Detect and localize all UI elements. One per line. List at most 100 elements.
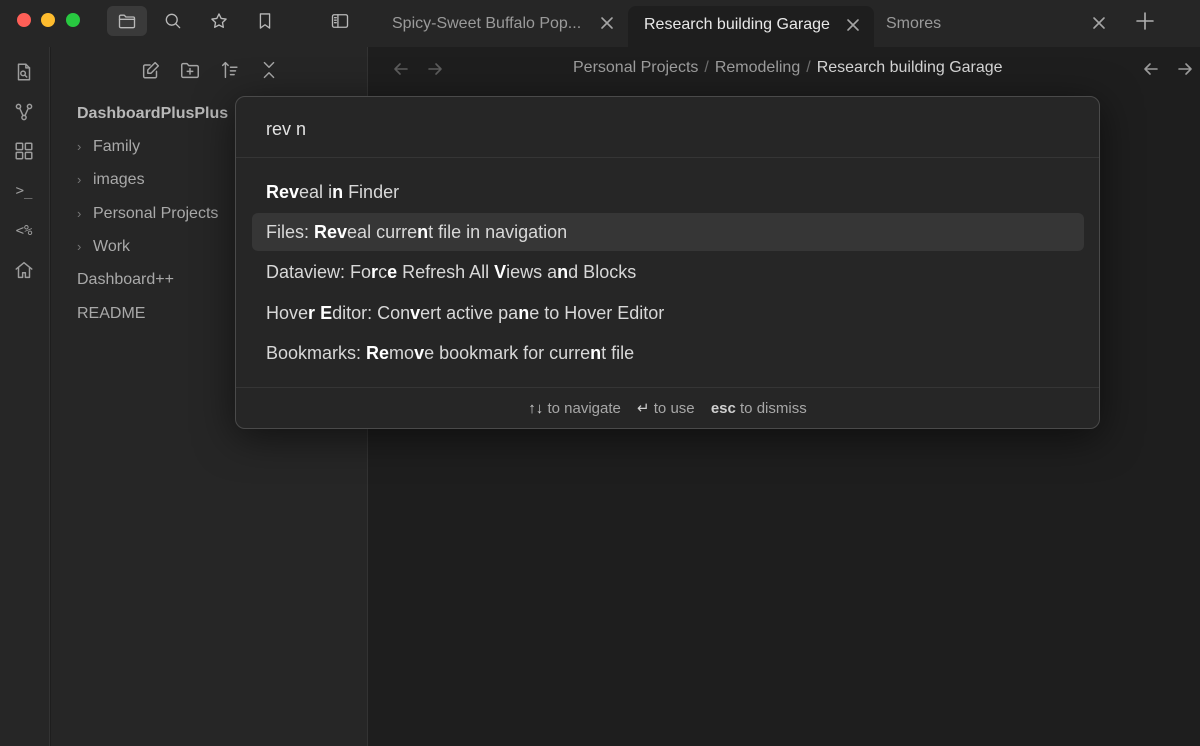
vault-root[interactable]: DashboardPlusPlus: [77, 105, 228, 123]
match-highlight: n: [557, 261, 569, 282]
suggestion-text: Finder: [343, 181, 400, 202]
close-window-button[interactable]: [17, 13, 31, 27]
chevron-right-icon: ›: [77, 206, 82, 221]
new-folder-icon[interactable]: [179, 59, 203, 83]
match-highlight: v: [414, 342, 425, 363]
close-tab-icon[interactable]: [844, 16, 862, 34]
match-highlight: e: [387, 261, 398, 282]
plus-icon[interactable]: [1134, 10, 1156, 32]
command-suggestion[interactable]: Bookmarks: Re mo v e bookmark for curre n t f…: [252, 334, 1084, 372]
minimize-window-button[interactable]: [41, 13, 55, 27]
folder-item-personal-projects[interactable]: › Personal Projects: [77, 205, 218, 223]
match-highlight: Rev: [266, 181, 300, 202]
file-item-readme[interactable]: README: [77, 305, 145, 323]
title-bar: Spicy-Sweet Buffalo Pop... Research buil…: [0, 0, 1200, 47]
suggestion-text: t file: [601, 342, 635, 363]
breadcrumb-separator: /: [704, 59, 709, 76]
match-highlight: r: [371, 261, 379, 282]
command-palette-input[interactable]: [266, 115, 1066, 143]
folder-label: Family: [93, 138, 141, 155]
folder-icon[interactable]: [107, 6, 147, 36]
maximize-window-button[interactable]: [66, 13, 80, 27]
back-arrow-icon[interactable]: [391, 59, 413, 81]
history-forward-icon[interactable]: [1175, 59, 1197, 81]
terminal-icon[interactable]: >_: [12, 179, 36, 203]
folder-label: Work: [93, 238, 131, 255]
suggestion-text: mo: [389, 342, 415, 363]
suggestion-text: e to Hover Editor: [529, 302, 665, 323]
suggestion-text: eal curre: [347, 221, 418, 242]
breadcrumb-separator: /: [806, 59, 811, 76]
palette-footer: ↑↓ to navigate ↵ to use esc to dismiss: [236, 399, 1099, 417]
suggestion-text: Files:: [266, 221, 315, 242]
suggestion-text: t file in navigation: [428, 221, 568, 242]
tab-smores[interactable]: Smores: [870, 6, 1120, 42]
breadcrumb: Personal Projects / Remodeling / Research bu…: [573, 59, 1003, 77]
tab-label: Research building Garage: [644, 15, 830, 33]
match-highlight: n: [417, 221, 429, 242]
folder-item-family[interactable]: › Family: [77, 138, 140, 156]
folder-label: images: [93, 171, 145, 188]
enter-key: ↵: [637, 400, 650, 417]
match-highlight: n: [518, 302, 530, 323]
suggestion-text: iews a: [506, 261, 558, 282]
left-ribbon: >_ <%: [0, 47, 50, 746]
use-label: to use: [653, 400, 695, 417]
star-icon[interactable]: [199, 6, 239, 36]
suggestion-text: ert active pa: [420, 302, 519, 323]
chevron-right-icon: ›: [77, 239, 82, 254]
file-item-dashboard[interactable]: Dashboard++: [77, 271, 174, 289]
divider: [236, 387, 1099, 388]
suggestion-text: ditor: Con: [332, 302, 411, 323]
suggestion-text: Hove: [266, 302, 309, 323]
command-suggestion[interactable]: Hove r Editor: Con v ert active pa n e to Hov…: [252, 294, 1084, 332]
navigate-key: ↑↓: [528, 400, 544, 417]
history-back-icon[interactable]: [1141, 59, 1163, 81]
home-icon[interactable]: [12, 258, 36, 282]
suggestion-text: Refresh All: [397, 261, 495, 282]
folder-item-images[interactable]: › images: [77, 171, 145, 189]
sort-icon[interactable]: [219, 59, 243, 83]
suggestion-text: Dataview: Fo: [266, 261, 372, 282]
file-icon[interactable]: [12, 60, 36, 84]
templater-icon[interactable]: <%: [12, 219, 36, 243]
tab-spicy-sweet-buffalo[interactable]: Spicy-Sweet Buffalo Pop...: [376, 6, 628, 42]
use-hint: ↵ to use: [637, 400, 695, 417]
breadcrumb-item[interactable]: Personal Projects: [573, 59, 698, 76]
close-tab-icon[interactable]: [1090, 14, 1108, 32]
tab-research-building-garage[interactable]: Research building Garage: [628, 6, 874, 47]
sidebar-toggle-icon[interactable]: [320, 6, 360, 36]
breadcrumb-item[interactable]: Remodeling: [715, 59, 800, 76]
match-highlight: V: [494, 261, 507, 282]
suggestion-text: Bookmarks:: [266, 342, 367, 363]
match-highlight: r: [308, 302, 316, 323]
suggestion-text: c: [378, 261, 388, 282]
collapse-icon[interactable]: [258, 59, 282, 83]
chevron-right-icon: ›: [77, 172, 82, 187]
close-tab-icon[interactable]: [598, 14, 616, 32]
command-suggestion[interactable]: Files: Rev eal curre n t file in navigation: [252, 213, 1084, 251]
chevron-right-icon: ›: [77, 139, 82, 154]
folder-item-work[interactable]: › Work: [77, 238, 130, 256]
search-icon[interactable]: [153, 6, 193, 36]
navigate-hint: ↑↓ to navigate: [528, 400, 621, 417]
divider: [236, 157, 1099, 158]
match-highlight: Re: [366, 342, 390, 363]
dashboard-icon[interactable]: [12, 139, 36, 163]
forward-arrow-icon[interactable]: [425, 59, 447, 81]
command-suggestion[interactable]: Dataview: Fo r c e Refresh All Views and Bl…: [252, 253, 1084, 291]
command-suggestion[interactable]: Rev eal in Finder: [252, 173, 1084, 211]
graph-icon[interactable]: [12, 100, 36, 124]
match-highlight: v: [410, 302, 421, 323]
suggestion-text: d Blocks: [568, 261, 637, 282]
folder-label: Personal Projects: [93, 205, 219, 222]
new-note-icon[interactable]: [140, 59, 164, 83]
tab-label: Smores: [886, 15, 942, 32]
command-palette: Reveal in FinderFiles: Reveal current fi…: [235, 96, 1100, 429]
suggestion-text: eal: [299, 181, 329, 202]
match-highlight: Rev: [314, 221, 348, 242]
breadcrumb-current[interactable]: Research building Garage: [817, 59, 1003, 76]
dismiss-label: to dismiss: [740, 400, 807, 417]
match-highlight: n: [590, 342, 602, 363]
bookmark-icon[interactable]: [245, 6, 285, 36]
